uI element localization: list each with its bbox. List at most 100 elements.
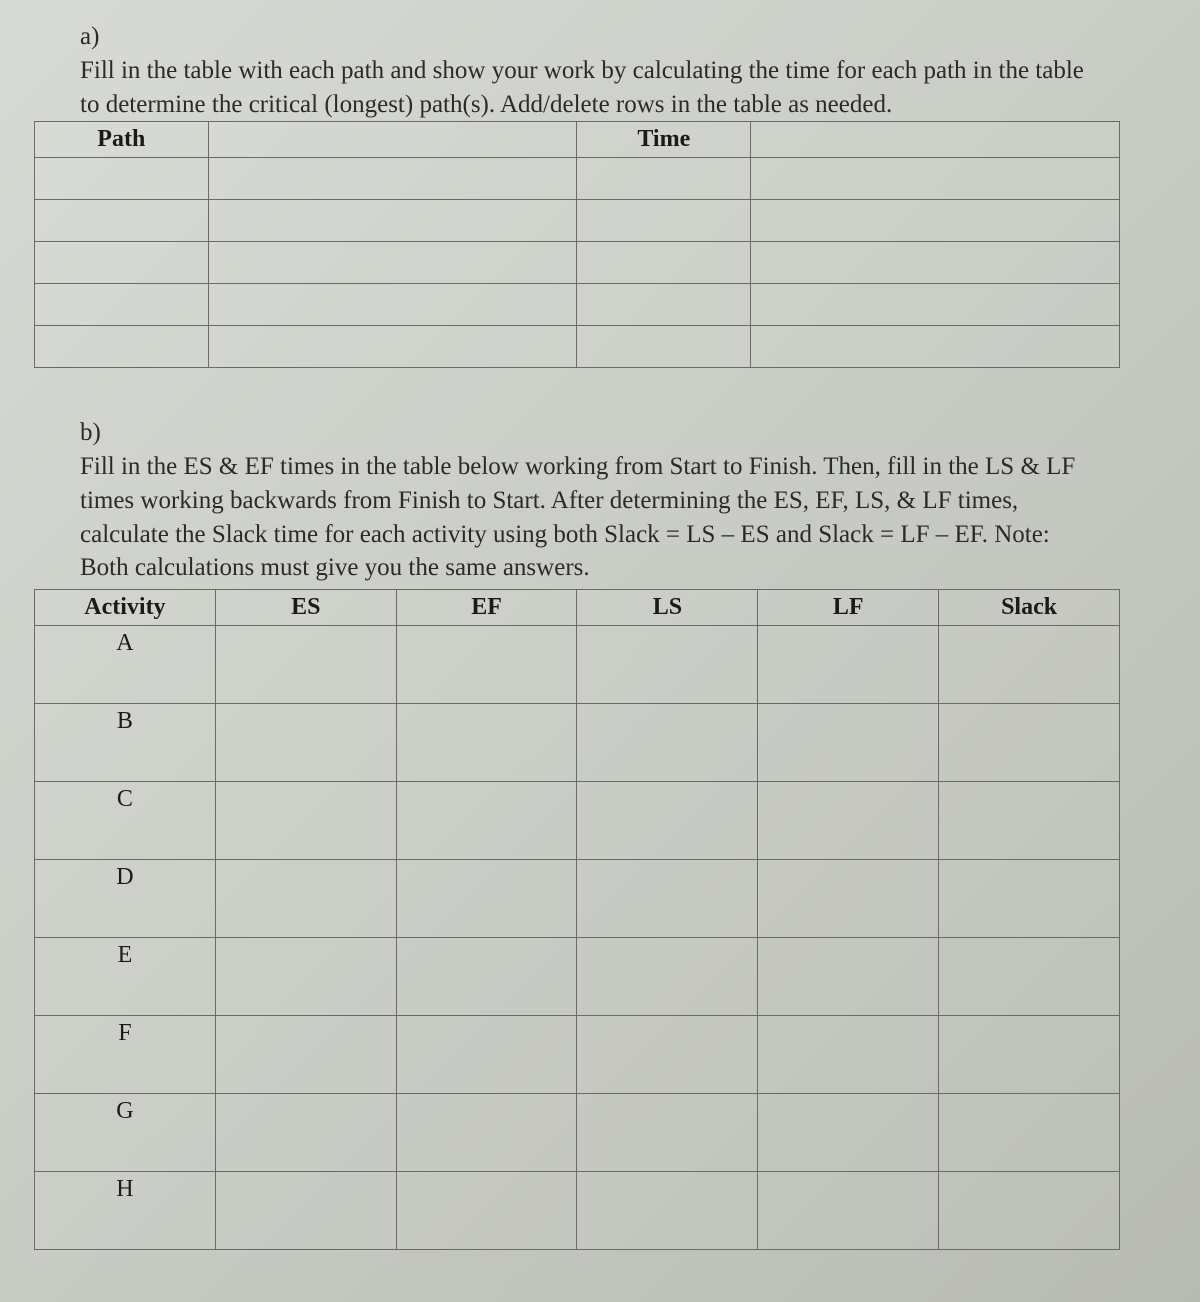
col-ef: EF	[396, 590, 577, 626]
table-cell[interactable]	[35, 818, 216, 860]
table-cell[interactable]	[215, 782, 396, 860]
table-cell[interactable]	[577, 1016, 758, 1094]
table-cell[interactable]	[35, 158, 209, 200]
table-cell[interactable]	[35, 974, 216, 1016]
activity-cell: H	[35, 1172, 216, 1208]
table-row: A	[35, 626, 1120, 662]
table-cell[interactable]	[35, 1052, 216, 1094]
activity-body: ABCDEFGH	[35, 626, 1120, 1250]
table-cell[interactable]	[751, 200, 1120, 242]
table-cell[interactable]	[215, 704, 396, 782]
table-cell[interactable]	[751, 158, 1120, 200]
table-cell[interactable]	[939, 860, 1120, 938]
table-row	[35, 158, 1120, 200]
table-cell[interactable]	[35, 896, 216, 938]
table-cell[interactable]	[35, 1130, 216, 1172]
table-cell[interactable]	[751, 326, 1120, 368]
table-cell[interactable]	[208, 200, 577, 242]
table-cell[interactable]	[215, 1094, 396, 1172]
table-cell[interactable]	[215, 1016, 396, 1094]
col-ls: LS	[577, 590, 758, 626]
table-cell[interactable]	[758, 704, 939, 782]
table-cell[interactable]	[396, 1094, 577, 1172]
activity-cell: G	[35, 1094, 216, 1130]
table-row: C	[35, 782, 1120, 818]
table-cell[interactable]	[215, 860, 396, 938]
table-cell[interactable]	[577, 860, 758, 938]
path-time-table: Path Time	[34, 121, 1120, 368]
table-cell[interactable]	[758, 782, 939, 860]
table-cell[interactable]	[396, 626, 577, 704]
table-cell[interactable]	[396, 860, 577, 938]
table-cell[interactable]	[35, 242, 209, 284]
part-a-instruction: a) Fill in the table with each path and …	[80, 20, 1120, 121]
table-cell[interactable]	[577, 782, 758, 860]
table-cell[interactable]	[35, 284, 209, 326]
table-cell[interactable]	[208, 158, 577, 200]
table-cell[interactable]	[577, 200, 751, 242]
table-row: B	[35, 704, 1120, 740]
table-row	[35, 200, 1120, 242]
table-cell[interactable]	[215, 938, 396, 1016]
table-cell[interactable]	[35, 1208, 216, 1250]
table-cell[interactable]	[577, 1094, 758, 1172]
table-row: D	[35, 860, 1120, 896]
table-cell[interactable]	[577, 1172, 758, 1250]
table-cell[interactable]	[35, 662, 216, 704]
table-cell[interactable]	[577, 158, 751, 200]
col-lf: LF	[758, 590, 939, 626]
table-row	[35, 284, 1120, 326]
activity-cell: F	[35, 1016, 216, 1052]
table-cell[interactable]	[35, 326, 209, 368]
table-cell[interactable]	[751, 242, 1120, 284]
table-cell[interactable]	[215, 1172, 396, 1250]
table-cell[interactable]	[396, 1172, 577, 1250]
table-cell[interactable]	[208, 326, 577, 368]
table-cell[interactable]	[577, 938, 758, 1016]
col-path-value-header	[208, 122, 577, 158]
table-cell[interactable]	[396, 704, 577, 782]
table-cell[interactable]	[939, 1094, 1120, 1172]
table-row: F	[35, 1016, 1120, 1052]
table-row	[35, 326, 1120, 368]
table-cell[interactable]	[751, 284, 1120, 326]
table-row: G	[35, 1094, 1120, 1130]
table-cell[interactable]	[577, 242, 751, 284]
table-cell[interactable]	[396, 782, 577, 860]
table-cell[interactable]	[939, 626, 1120, 704]
table-cell[interactable]	[208, 284, 577, 326]
part-b-label: b)	[80, 416, 106, 450]
table-cell[interactable]	[758, 1094, 939, 1172]
table-cell[interactable]	[577, 284, 751, 326]
table-cell[interactable]	[396, 938, 577, 1016]
table-cell[interactable]	[35, 200, 209, 242]
table-header-row: Activity ES EF LS LF Slack	[35, 590, 1120, 626]
table-cell[interactable]	[939, 1172, 1120, 1250]
activity-cell: A	[35, 626, 216, 662]
table-cell[interactable]	[758, 860, 939, 938]
col-es: ES	[215, 590, 396, 626]
table-cell[interactable]	[758, 1016, 939, 1094]
table-cell[interactable]	[758, 1172, 939, 1250]
table-cell[interactable]	[35, 740, 216, 782]
table-cell[interactable]	[939, 782, 1120, 860]
activity-cell: B	[35, 704, 216, 740]
table-cell[interactable]	[396, 1016, 577, 1094]
table-cell[interactable]	[758, 938, 939, 1016]
table-cell[interactable]	[939, 938, 1120, 1016]
table-row: H	[35, 1172, 1120, 1208]
table-cell[interactable]	[577, 704, 758, 782]
table-cell[interactable]	[939, 1016, 1120, 1094]
table-cell[interactable]	[758, 626, 939, 704]
activity-cell: C	[35, 782, 216, 818]
table-cell[interactable]	[577, 326, 751, 368]
part-b-instruction: b) Fill in the ES & EF times in the tabl…	[80, 416, 1120, 585]
table-row	[35, 242, 1120, 284]
table-cell[interactable]	[215, 626, 396, 704]
table-cell[interactable]	[939, 704, 1120, 782]
table-cell[interactable]	[208, 242, 577, 284]
table-header-row: Path Time	[35, 122, 1120, 158]
table-cell[interactable]	[577, 626, 758, 704]
activity-cell: D	[35, 860, 216, 896]
part-b-text: Fill in the ES & EF times in the table b…	[80, 450, 1090, 585]
